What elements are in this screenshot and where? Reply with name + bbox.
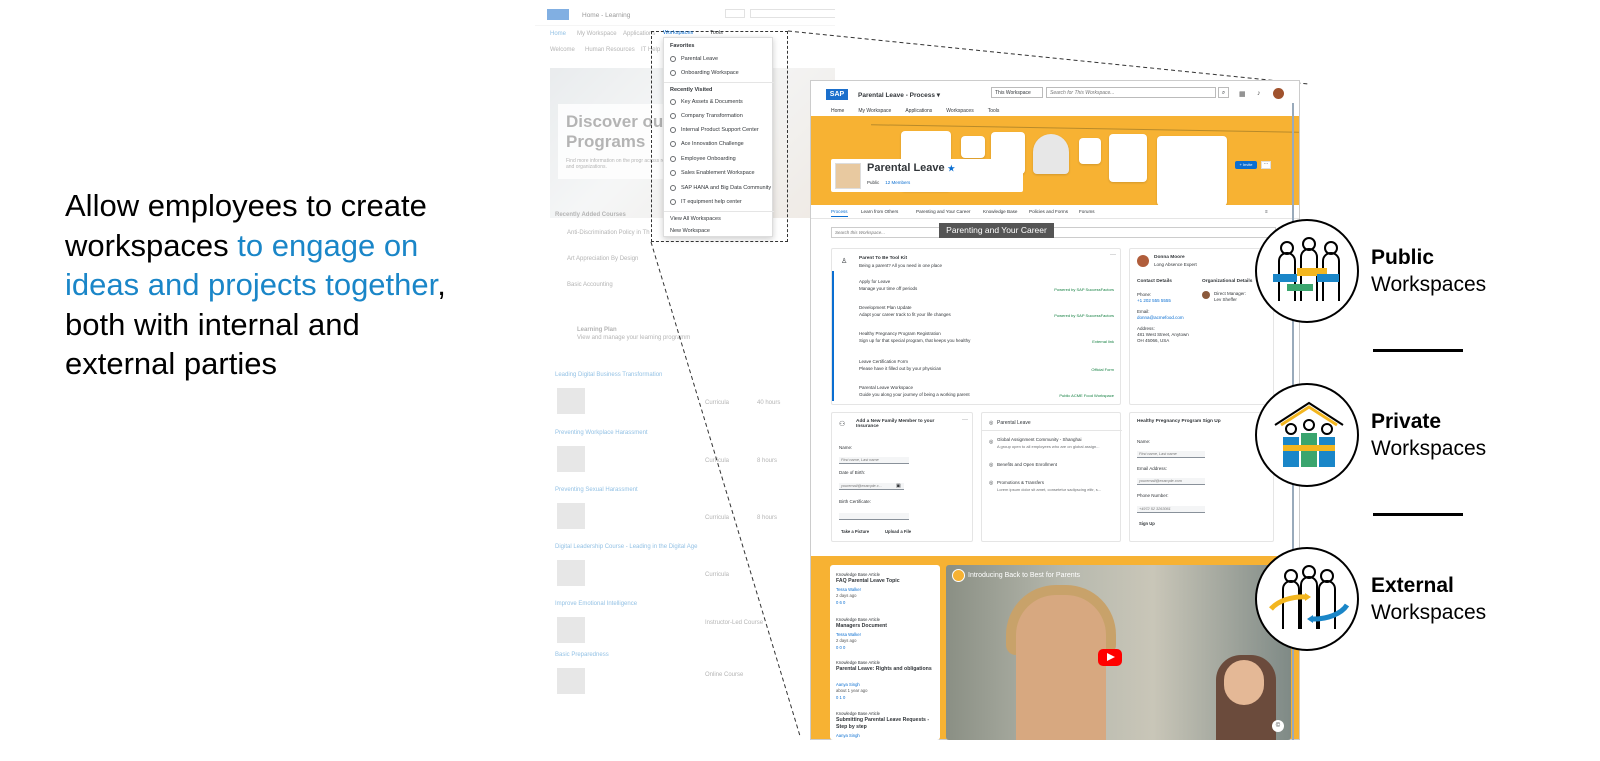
public-label-rest: Workspaces	[1371, 273, 1487, 296]
recent-label: Recently Visited	[670, 87, 713, 93]
kb-title[interactable]: Managers Document	[836, 623, 936, 630]
recent-item-label: IT equipment help center	[681, 199, 742, 205]
kb-stats: 0 0 0	[836, 645, 846, 650]
kb-tag: Knowledge Base Article	[836, 660, 880, 665]
slide: Allow employees to create workspaces to …	[0, 0, 1600, 761]
video-title: Introducing Back to Best for Parents	[968, 572, 1081, 579]
workspace-icon	[670, 99, 676, 105]
external-workspaces-icon	[1269, 565, 1350, 629]
public-workspaces-icon	[1255, 219, 1359, 323]
recent-item[interactable]: Ace Innovation Challenge	[670, 141, 744, 147]
video-player[interactable]: Introducing Back to Best for Parents ↗ ©	[946, 565, 1291, 740]
private-workspaces-icon	[1255, 383, 1359, 487]
divider	[1373, 513, 1463, 516]
kb-title[interactable]: Parental Leave: Rights and obligations	[836, 666, 936, 673]
external-workspaces-icon	[1255, 547, 1359, 651]
kb-tag: Knowledge Base Article	[836, 572, 880, 577]
new-workspace-link[interactable]: New Workspace	[670, 228, 710, 234]
workspace-icon	[670, 70, 676, 76]
recent-item[interactable]: Internal Product Support Center	[670, 127, 759, 133]
bottom-content: Knowledge Base Article FAQ Parental Leav…	[810, 80, 1300, 740]
workspace-icon	[670, 56, 676, 62]
favorite-item-label: Parental Leave	[681, 56, 718, 62]
favorite-item-label: Onboarding Workspace	[681, 70, 739, 76]
public-label-bold: Public	[1371, 246, 1435, 269]
recent-item[interactable]: Employee Onboarding	[670, 156, 736, 162]
workspace-icon	[670, 170, 676, 176]
kb-stats: 0 6 0	[836, 600, 846, 605]
workspaces-dropdown: Favorites Parental Leave Onboarding Work…	[663, 37, 774, 237]
external-label-bold: External	[1371, 574, 1454, 597]
kb-tag: Knowledge Base Article	[836, 617, 880, 622]
kb-date: 2 days ago	[836, 638, 857, 643]
divider	[664, 211, 774, 212]
kb-tag: Knowledge Base Article	[836, 711, 880, 716]
recent-item-label: Ace Innovation Challenge	[681, 141, 744, 147]
kb-author[interactable]: Aanya Singh	[836, 682, 860, 687]
workspace-icon	[670, 141, 676, 147]
kb-stats: 0 1 0	[836, 695, 846, 700]
recent-item-label: SAP HANA and Big Data Community	[681, 185, 772, 191]
knowledge-base-list: Knowledge Base Article FAQ Parental Leav…	[830, 565, 940, 740]
favorite-item[interactable]: Onboarding Workspace	[670, 70, 739, 76]
external-label: External Workspaces	[1371, 572, 1486, 626]
private-label-bold: Private	[1371, 410, 1442, 433]
menu-tools[interactable]: Tools	[710, 30, 723, 36]
recent-item[interactable]: Key Assets & Documents	[670, 99, 743, 105]
channel-logo	[952, 569, 965, 582]
favorite-item[interactable]: Parental Leave	[670, 56, 718, 62]
video-frame	[1224, 660, 1264, 705]
recent-item[interactable]: IT equipment help center	[670, 199, 742, 205]
kb-date: 2 days ago	[836, 593, 857, 598]
workspace-icon	[670, 127, 676, 133]
divider	[664, 82, 774, 83]
workspace-icon	[670, 199, 676, 205]
private-label-rest: Workspaces	[1371, 437, 1487, 460]
kb-title[interactable]: Submitting Parental Leave Requests - Ste…	[836, 717, 936, 730]
recent-item-label: Sales Enablement Workspace	[681, 170, 755, 176]
kb-author[interactable]: Tessa Walker	[836, 632, 861, 637]
workspace-icon	[670, 185, 676, 191]
recent-item-label: Company Transformation	[681, 113, 743, 119]
view-all-link[interactable]: View All Workspaces	[670, 216, 721, 222]
kb-author[interactable]: Tessa Walker	[836, 587, 861, 592]
workspace-icon	[670, 156, 676, 162]
external-label-rest: Workspaces	[1371, 601, 1487, 624]
menu-workspaces[interactable]: Workspaces	[663, 30, 693, 36]
favorites-label: Favorites	[670, 43, 695, 49]
private-workspaces-icon	[1274, 401, 1344, 467]
recent-item-label: Internal Product Support Center	[681, 127, 759, 133]
kb-title[interactable]: FAQ Parental Leave Topic	[836, 578, 936, 585]
recent-item-label: Key Assets & Documents	[681, 99, 743, 105]
recent-item[interactable]: Sales Enablement Workspace	[670, 170, 755, 176]
public-label: Public Workspaces	[1371, 244, 1486, 298]
private-label: Private Workspaces	[1371, 408, 1486, 462]
video-frame	[1016, 595, 1106, 740]
kb-author[interactable]: Aanya Singh	[836, 733, 860, 738]
recent-item[interactable]: Company Transformation	[670, 113, 743, 119]
recent-item-label: Employee Onboarding	[681, 156, 736, 162]
recent-item[interactable]: SAP HANA and Big Data Community	[670, 185, 771, 191]
kb-date: about 1 year ago	[836, 688, 868, 693]
workspace-icon	[670, 113, 676, 119]
divider	[1373, 349, 1463, 352]
play-icon[interactable]	[1098, 649, 1122, 666]
public-workspaces-icon	[1273, 237, 1340, 301]
copyright-icon: ©	[1272, 720, 1284, 732]
